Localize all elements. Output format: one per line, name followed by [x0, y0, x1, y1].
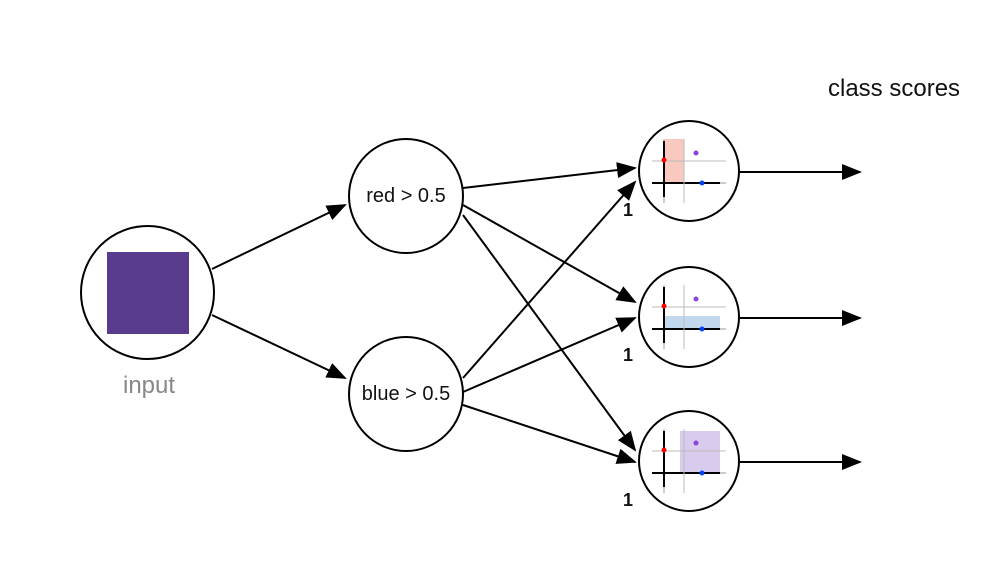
- hidden-node-blue: blue > 0.5: [348, 336, 464, 452]
- decision-region-purple-icon: [652, 429, 726, 493]
- decision-region-red-icon: [652, 139, 726, 203]
- hidden-node-red-label: red > 0.5: [366, 185, 446, 208]
- output-node-1: [638, 120, 740, 222]
- output-node-2-bias: 1: [623, 345, 633, 366]
- output-node-2: [638, 266, 740, 368]
- output-node-1-bias: 1: [623, 200, 633, 221]
- input-node: [80, 225, 215, 360]
- class-scores-label: class scores: [828, 75, 960, 103]
- output-node-3: [638, 410, 740, 512]
- hidden-node-red: red > 0.5: [348, 138, 464, 254]
- input-image-icon: [107, 252, 189, 334]
- output-node-3-bias: 1: [623, 490, 633, 511]
- neural-network-diagram: input red > 0.5 blue > 0.5 1: [0, 0, 1000, 588]
- hidden-node-blue-label: blue > 0.5: [362, 383, 450, 406]
- input-label: input: [123, 372, 175, 400]
- decision-region-blue-icon: [652, 285, 726, 349]
